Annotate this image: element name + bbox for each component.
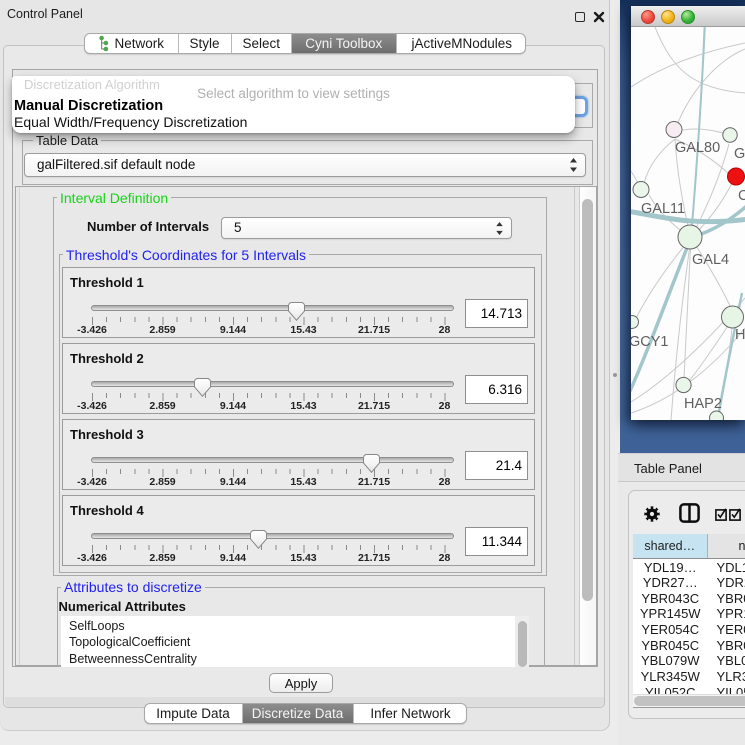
- svg-text:GAL80: GAL80: [675, 140, 720, 156]
- svg-text:HAP2: HAP2: [684, 396, 722, 412]
- svg-text:H: H: [735, 327, 745, 343]
- svg-text:GAL11: GAL11: [641, 201, 685, 217]
- svg-text:GA: GA: [734, 146, 745, 162]
- svg-text:GAL4: GAL4: [692, 252, 729, 268]
- svg-text:C: C: [738, 188, 745, 204]
- svg-text:GCY1: GCY1: [631, 334, 669, 350]
